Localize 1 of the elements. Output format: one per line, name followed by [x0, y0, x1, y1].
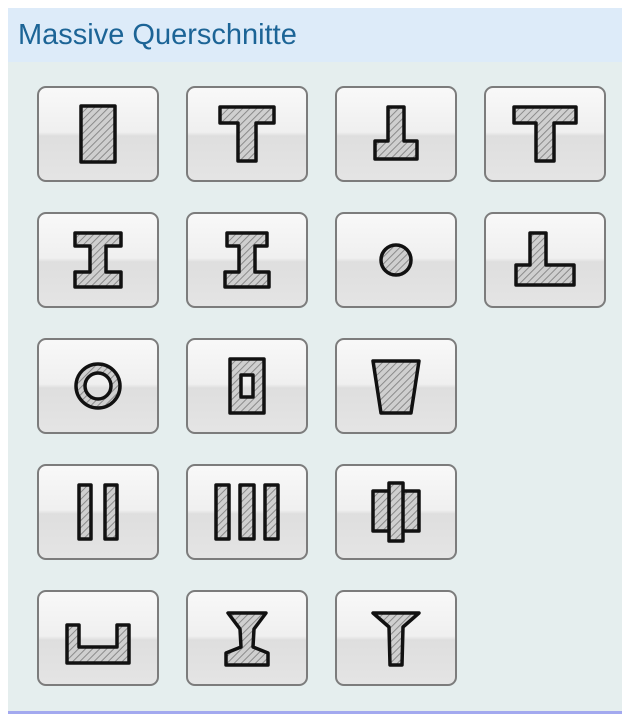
panel-title: Massive Querschnitte: [18, 20, 297, 50]
